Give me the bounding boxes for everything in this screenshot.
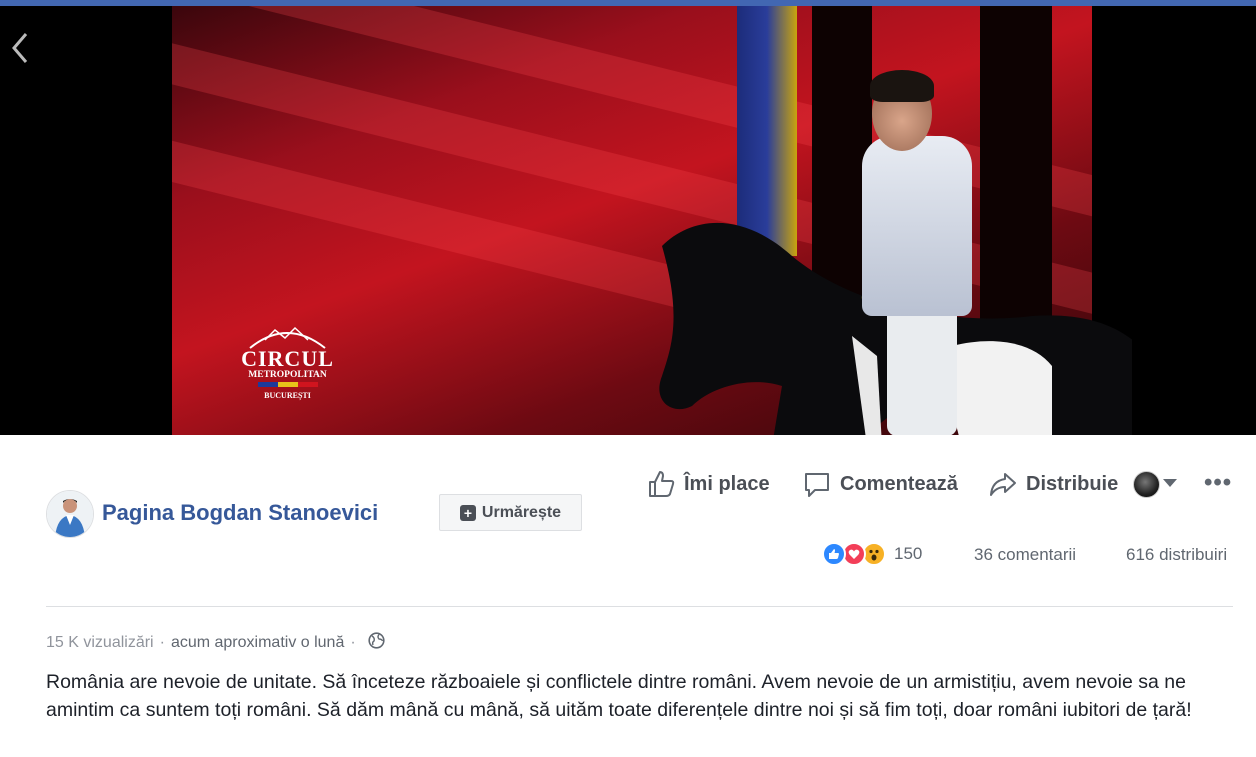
post-meta: 15 K vizualizări · acum aproximativ o lu… <box>46 632 385 654</box>
shares-count-link[interactable]: 616 distribuiri <box>1126 545 1227 565</box>
like-reaction-icon <box>822 542 846 566</box>
watermark-line1: CIRCUL <box>241 346 334 371</box>
actor-selector-avatar[interactable] <box>1133 471 1160 498</box>
more-options-icon[interactable]: ••• <box>1204 471 1232 495</box>
globe-icon[interactable] <box>368 632 385 654</box>
share-button[interactable]: Distribuie <box>988 469 1118 499</box>
timestamp-link[interactable]: acum aproximativ o lună <box>171 634 344 652</box>
rider-hair <box>870 70 934 102</box>
meta-separator-2: · <box>350 634 356 651</box>
follow-label: Urmărește <box>481 503 562 521</box>
page-name-link[interactable]: Pagina Bogdan Stanoevici <box>102 500 378 526</box>
video-player[interactable]: CIRCUL METROPOLITAN BUCUREȘTI <box>0 6 1256 435</box>
post-text: România are nevoie de unitate. Să încete… <box>46 671 1192 721</box>
reaction-count: 150 <box>894 544 923 563</box>
reactions-summary[interactable]: 150 <box>822 542 922 566</box>
rider-legs <box>887 306 957 435</box>
view-count: 15 K vizualizări <box>46 634 154 651</box>
back-chevron-icon[interactable] <box>8 30 32 66</box>
comments-count-link[interactable]: 36 comentarii <box>974 545 1076 565</box>
divider <box>46 606 1233 607</box>
meta-separator: · <box>159 634 165 651</box>
watermark-line3: BUCUREȘTI <box>264 391 311 400</box>
thumbs-up-icon <box>646 469 676 499</box>
like-button[interactable]: Îmi place <box>646 469 770 499</box>
plus-icon: + <box>459 504 476 521</box>
share-arrow-icon <box>988 469 1018 499</box>
watermark-line2: METROPOLITAN <box>248 370 327 380</box>
page-avatar[interactable] <box>46 490 94 538</box>
circus-watermark-logo: CIRCUL METROPOLITAN BUCUREȘTI <box>241 326 334 400</box>
comment-bubble-icon <box>802 469 832 499</box>
like-label: Îmi place <box>684 472 770 495</box>
rider-image <box>862 136 972 316</box>
comment-label: Comentează <box>840 472 958 495</box>
comment-button[interactable]: Comentează <box>802 469 958 499</box>
share-label: Distribuie <box>1026 472 1119 495</box>
follow-button[interactable]: + Urmărește <box>439 494 582 531</box>
caret-down-icon[interactable] <box>1163 479 1177 487</box>
